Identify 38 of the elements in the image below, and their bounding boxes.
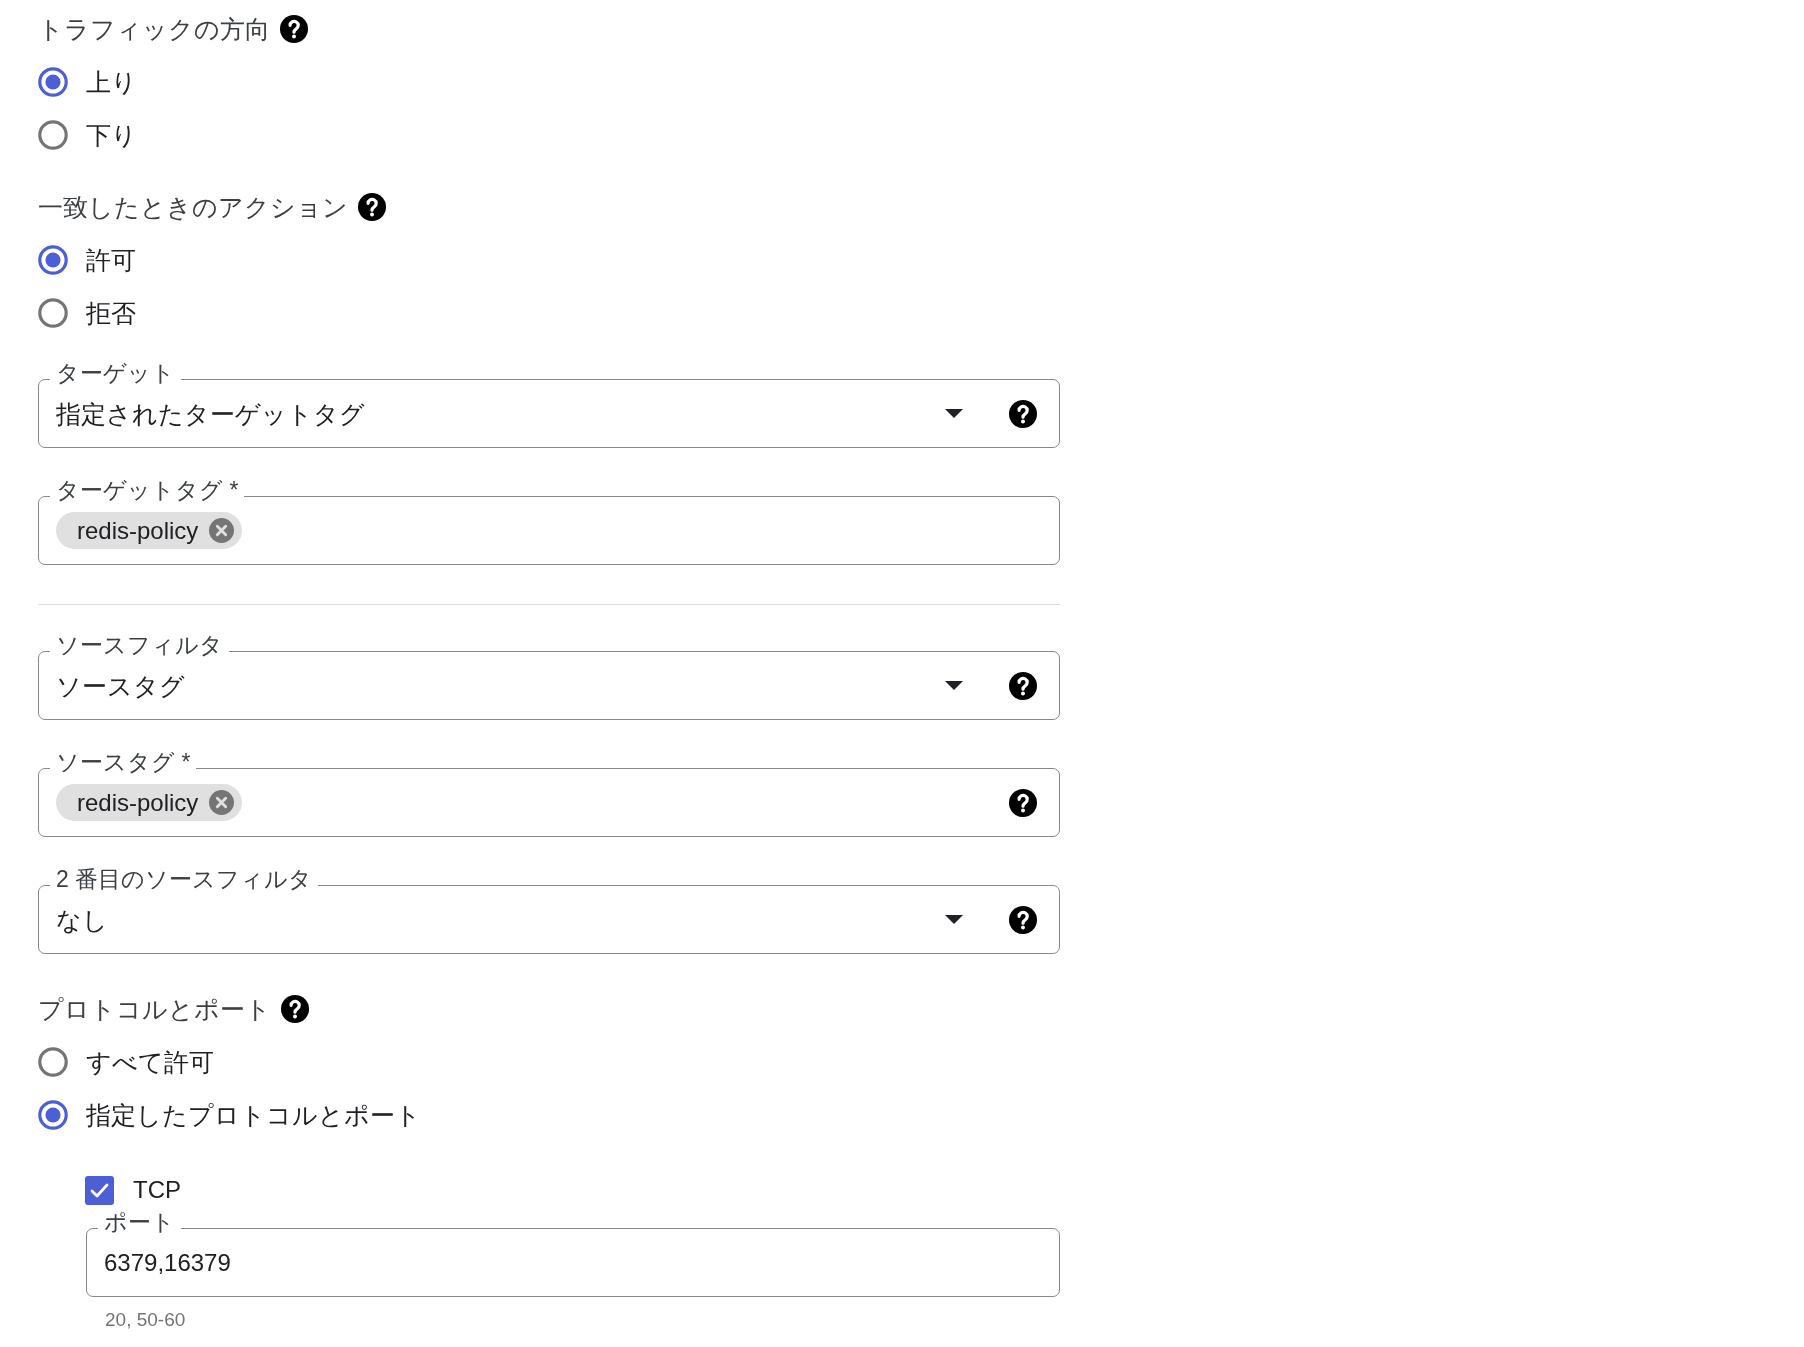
x-circle-icon[interactable] [209, 518, 235, 543]
radio-button[interactable] [38, 1099, 68, 1130]
caret-icon [945, 915, 963, 924]
tag-chip[interactable]: redis-policy [56, 512, 243, 549]
helper-text: 20, 50-60 [105, 1309, 186, 1331]
help-icon[interactable] [281, 995, 309, 1023]
option-label: 拒否 [86, 297, 136, 329]
option-label: 上り [86, 66, 137, 98]
field-label: ターゲットタグ * [50, 477, 245, 503]
field-label: ターゲット [50, 360, 181, 386]
radio-button[interactable] [38, 297, 68, 328]
field-label: ポート [98, 1209, 181, 1235]
section-title: トラフィックの方向 [38, 14, 270, 45]
option-label: すべて許可 [86, 1046, 214, 1078]
option-label: 下り [86, 119, 137, 151]
radio-button[interactable] [38, 1046, 68, 1077]
help-icon[interactable] [280, 15, 308, 43]
help-icon[interactable] [1009, 905, 1037, 934]
section-title: 一致したときのアクション [38, 192, 348, 223]
tag-chip[interactable]: redis-policy [56, 784, 243, 821]
radio-button[interactable] [38, 66, 68, 97]
help-icon[interactable] [358, 193, 386, 221]
help-icon[interactable] [1009, 399, 1037, 428]
field-label: ソースフィルタ [50, 632, 229, 658]
radio-button[interactable] [38, 119, 68, 150]
option-label: 許可 [86, 244, 136, 276]
x-circle-icon[interactable] [209, 790, 235, 815]
help-icon[interactable] [1009, 788, 1037, 817]
option-label: 指定したプロトコルとポート [86, 1099, 421, 1131]
field-label: 2 番目のソースフィルタ [50, 866, 319, 892]
field-label: ソースタグ * [50, 749, 197, 775]
caret-icon [945, 409, 963, 418]
radio-button[interactable] [38, 244, 68, 275]
help-icon[interactable] [1009, 671, 1037, 700]
caret-icon [945, 681, 963, 690]
checkbox[interactable] [85, 1175, 114, 1205]
checkbox-label: TCP [133, 1175, 181, 1205]
section-title: プロトコルとポート [38, 994, 271, 1025]
